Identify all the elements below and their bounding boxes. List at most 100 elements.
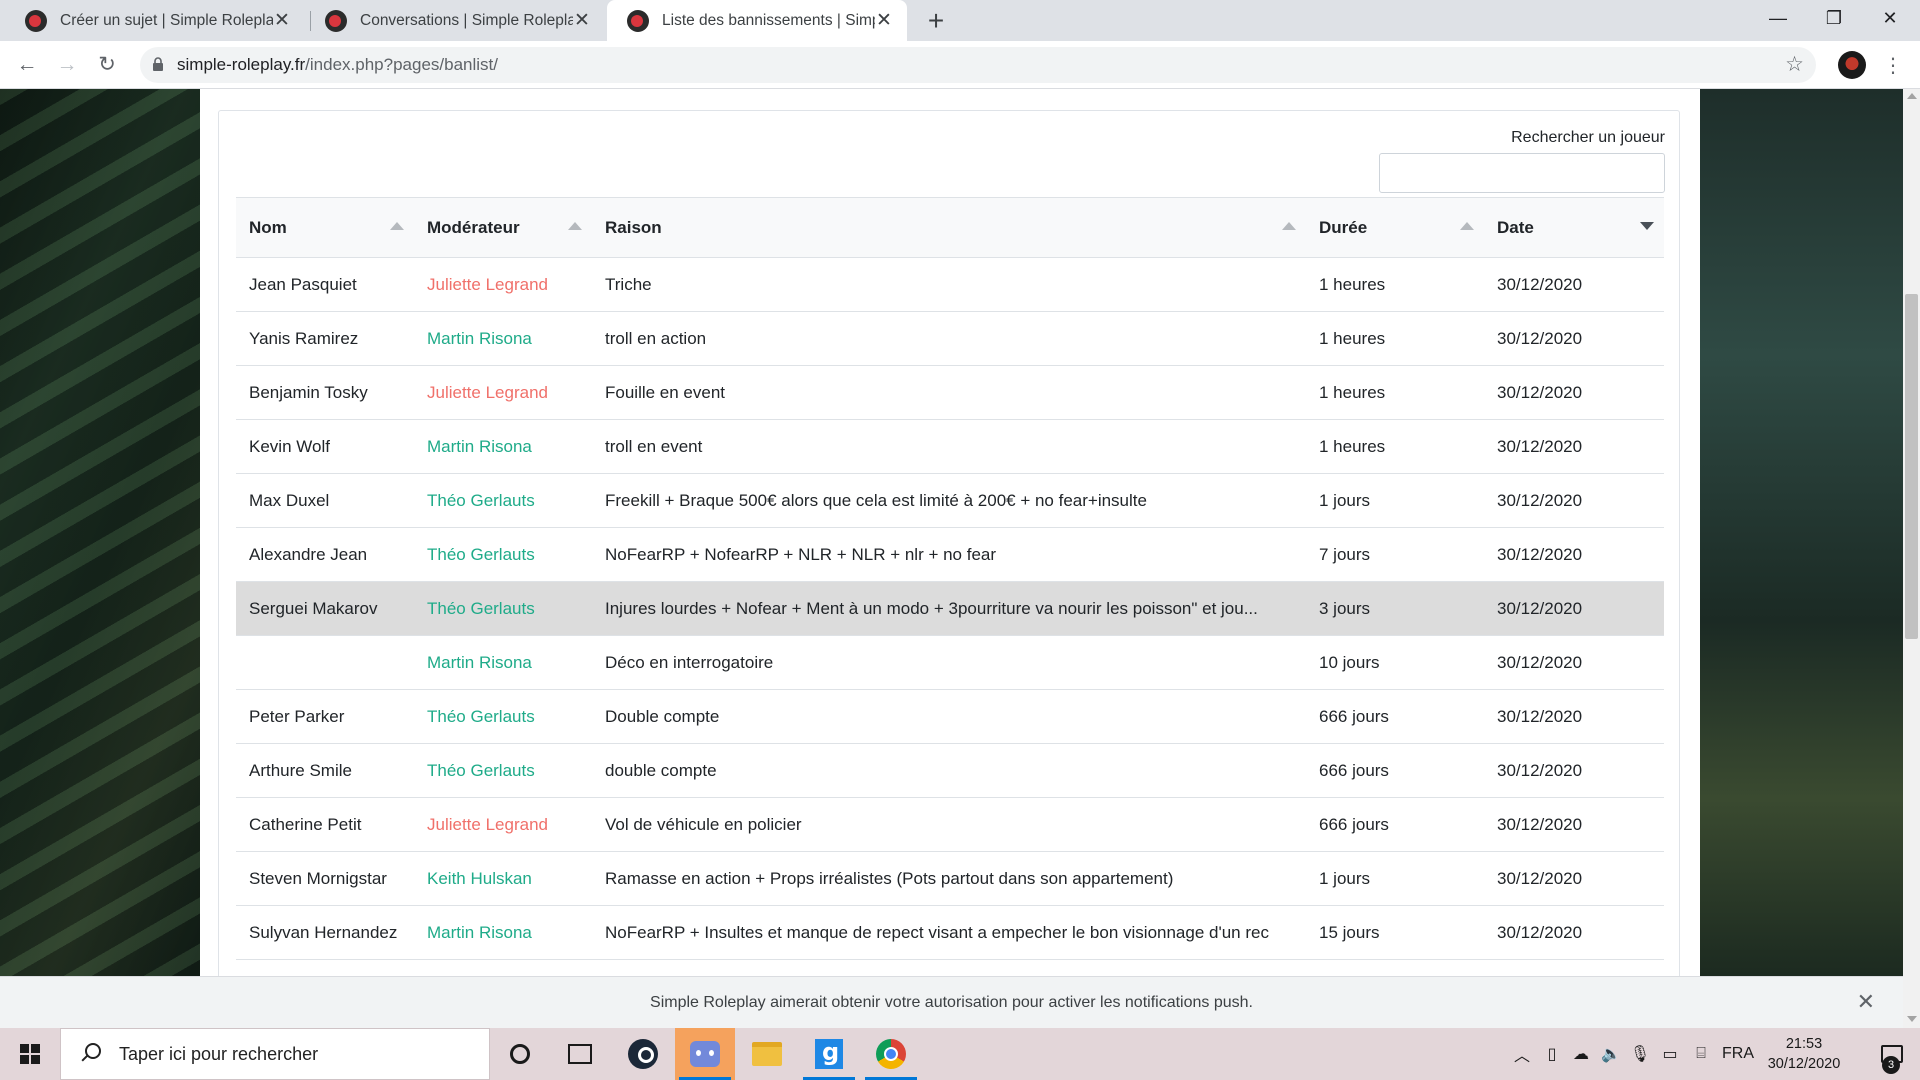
notification-count-badge: 3	[1882, 1056, 1900, 1074]
tab-strip: Créer un sujet | Simple Roleplay ✕ Conve…	[0, 0, 1920, 41]
discord-taskbar-button[interactable]	[675, 1028, 735, 1080]
cell-date: 30/12/2020	[1484, 905, 1664, 960]
column-header-nom[interactable]: Nom	[236, 197, 414, 258]
table-body: Jean Pasquiet Juliette Legrand Triche 1 heu…	[236, 257, 1664, 960]
cell-date: 30/12/2020	[1484, 419, 1664, 474]
table-row[interactable]: Catherine Petit Juliette Legrand Vol de vé…	[236, 797, 1664, 852]
cell-moderateur[interactable]: Théo Gerlauts	[414, 527, 592, 582]
profile-avatar[interactable]	[1838, 51, 1866, 79]
cell-moderateur[interactable]: Martin Risona	[414, 905, 592, 960]
lock-icon	[153, 57, 163, 71]
cell-date: 30/12/2020	[1484, 473, 1664, 528]
column-header-moderateur[interactable]: Modérateur	[414, 197, 592, 258]
tab-title: Liste des bannissements | Simple	[662, 11, 875, 29]
cell-moderateur[interactable]: Juliette Legrand	[414, 797, 592, 852]
cell-nom: Sulyvan Hernandez	[236, 905, 414, 960]
cell-moderateur[interactable]: Juliette Legrand	[414, 257, 592, 312]
content-panel: Rechercher un joueur Nom Modérateur Rais…	[200, 89, 1700, 976]
folder-icon	[752, 1042, 782, 1066]
scroll-up-arrow-icon[interactable]	[1907, 93, 1917, 99]
cortana-button[interactable]	[490, 1028, 550, 1080]
battery-icon[interactable]: ▭	[1656, 1028, 1684, 1080]
restore-icon[interactable]: ❐	[1806, 0, 1862, 36]
banlist-table: Nom Modérateur Raison Durée Date Jean Pa…	[236, 197, 1664, 960]
cell-moderateur[interactable]: Théo Gerlauts	[414, 473, 592, 528]
cell-raison: Freekill + Braque 500€ alors que cela es…	[592, 473, 1306, 528]
table-row[interactable]: Max Duxel Théo Gerlauts Freekill + Braque …	[236, 473, 1664, 528]
cell-moderateur[interactable]: Keith Hulskan	[414, 851, 592, 906]
sort-arrow-icon	[1282, 222, 1296, 230]
cell-moderateur[interactable]: Martin Risona	[414, 419, 592, 474]
cell-moderateur[interactable]: Juliette Legrand	[414, 365, 592, 420]
tab-title: Conversations | Simple Roleplay	[360, 11, 573, 29]
column-header-raison[interactable]: Raison	[592, 197, 1306, 258]
steam-taskbar-button[interactable]	[613, 1028, 673, 1080]
language-indicator[interactable]: FRA	[1718, 1028, 1758, 1080]
window-close-icon[interactable]: ✕	[1862, 0, 1918, 36]
bookmark-star-icon[interactable]: ☆	[1785, 52, 1804, 77]
column-header-duree[interactable]: Durée	[1306, 197, 1484, 258]
taskbar-search-box[interactable]: Taper ici pour rechercher	[60, 1028, 490, 1080]
cell-duree: 7 jours	[1306, 527, 1484, 582]
minimize-icon[interactable]: —	[1750, 0, 1806, 36]
device-icon[interactable]: ▯	[1540, 1028, 1564, 1080]
cell-moderateur[interactable]: Théo Gerlauts	[414, 743, 592, 798]
cell-moderateur[interactable]: Martin Risona	[414, 635, 592, 690]
gmod-taskbar-button[interactable]	[799, 1028, 859, 1080]
garrys-mod-icon	[815, 1038, 843, 1069]
onedrive-cloud-icon[interactable]: ☁	[1568, 1028, 1594, 1080]
cell-moderateur[interactable]: Théo Gerlauts	[414, 689, 592, 744]
tab-liste-bannissements[interactable]: Liste des bannissements | Simple ✕	[607, 0, 907, 41]
scroll-down-arrow-icon[interactable]	[1907, 1016, 1917, 1022]
table-row[interactable]: Yanis Ramirez Martin Risona troll en actio…	[236, 311, 1664, 366]
tab-conversations[interactable]: Conversations | Simple Roleplay ✕	[305, 0, 605, 41]
start-button[interactable]	[0, 1028, 60, 1080]
search-player-input[interactable]	[1379, 153, 1665, 193]
address-bar[interactable]: simple-roleplay.fr/index.php?pages/banli…	[140, 47, 1816, 83]
table-row[interactable]: Arthure Smile Théo Gerlauts double compte 6…	[236, 743, 1664, 798]
task-view-button[interactable]	[550, 1028, 610, 1080]
microphone-icon[interactable]: 🎙	[1628, 1028, 1652, 1080]
cell-nom: Steven Mornigstar	[236, 851, 414, 906]
forward-arrow-icon[interactable]: →	[52, 51, 82, 79]
table-row[interactable]: Jean Pasquiet Juliette Legrand Triche 1 heu…	[236, 257, 1664, 312]
notification-close-icon[interactable]: ✕	[1857, 989, 1875, 1015]
column-header-date[interactable]: Date	[1484, 197, 1664, 258]
page-scrollbar[interactable]	[1903, 89, 1920, 1028]
cell-duree: 666 jours	[1306, 743, 1484, 798]
table-row[interactable]: Peter Parker Théo Gerlauts Double compte 66…	[236, 689, 1664, 744]
scrollbar-thumb[interactable]	[1905, 294, 1918, 639]
file-explorer-taskbar-button[interactable]	[737, 1028, 797, 1080]
reload-icon[interactable]: ↻	[92, 51, 122, 79]
table-row[interactable]: Steven Mornigstar Keith Hulskan Ramasse en…	[236, 851, 1664, 906]
cell-nom: Peter Parker	[236, 689, 414, 744]
table-row[interactable]: Benjamin Tosky Juliette Legrand Fouille en…	[236, 365, 1664, 420]
browser-menu-icon[interactable]: ⋮	[1883, 53, 1903, 78]
back-arrow-icon[interactable]: ←	[12, 51, 42, 79]
new-tab-plus-icon[interactable]: +	[921, 4, 951, 37]
tab-creer-sujet[interactable]: Créer un sujet | Simple Roleplay ✕	[5, 0, 305, 41]
cell-nom: Max Duxel	[236, 473, 414, 528]
tab-close-icon[interactable]: ✕	[273, 9, 291, 32]
chrome-taskbar-button[interactable]	[861, 1028, 921, 1080]
network-icon[interactable]: ⌸	[1688, 1028, 1714, 1080]
browser-toolbar: ← → ↻ simple-roleplay.fr/index.php?pages…	[0, 41, 1920, 89]
table-row[interactable]: Serguei Makarov Théo Gerlauts Injures lour…	[236, 581, 1664, 636]
table-row[interactable]: Alexandre Jean Théo Gerlauts NoFearRP + No…	[236, 527, 1664, 582]
show-hidden-icons-chevron-up-icon[interactable]: ︿	[1510, 1028, 1534, 1080]
push-notification-bar: Simple Roleplay aimerait obtenir votre a…	[0, 976, 1903, 1028]
volume-icon[interactable]: 🔈	[1598, 1028, 1624, 1080]
tab-close-icon[interactable]: ✕	[573, 9, 591, 32]
cell-moderateur[interactable]: Théo Gerlauts	[414, 581, 592, 636]
url-host: simple-roleplay.fr	[177, 55, 306, 74]
table-row[interactable]: Martin Risona Déco en interrogatoire 10 jo…	[236, 635, 1664, 690]
table-row[interactable]: Kevin Wolf Martin Risona troll en event 1 h…	[236, 419, 1664, 474]
cell-duree: 1 heures	[1306, 311, 1484, 366]
system-clock[interactable]: 21:53 30/12/2020	[1764, 1034, 1844, 1074]
cell-date: 30/12/2020	[1484, 257, 1664, 312]
search-icon	[79, 1043, 101, 1065]
cell-moderateur[interactable]: Martin Risona	[414, 311, 592, 366]
tab-close-icon[interactable]: ✕	[875, 9, 893, 32]
table-row[interactable]: Sulyvan Hernandez Martin Risona NoFearRP +…	[236, 905, 1664, 960]
cell-raison: Injures lourdes + Nofear + Ment à un mod…	[592, 581, 1306, 636]
